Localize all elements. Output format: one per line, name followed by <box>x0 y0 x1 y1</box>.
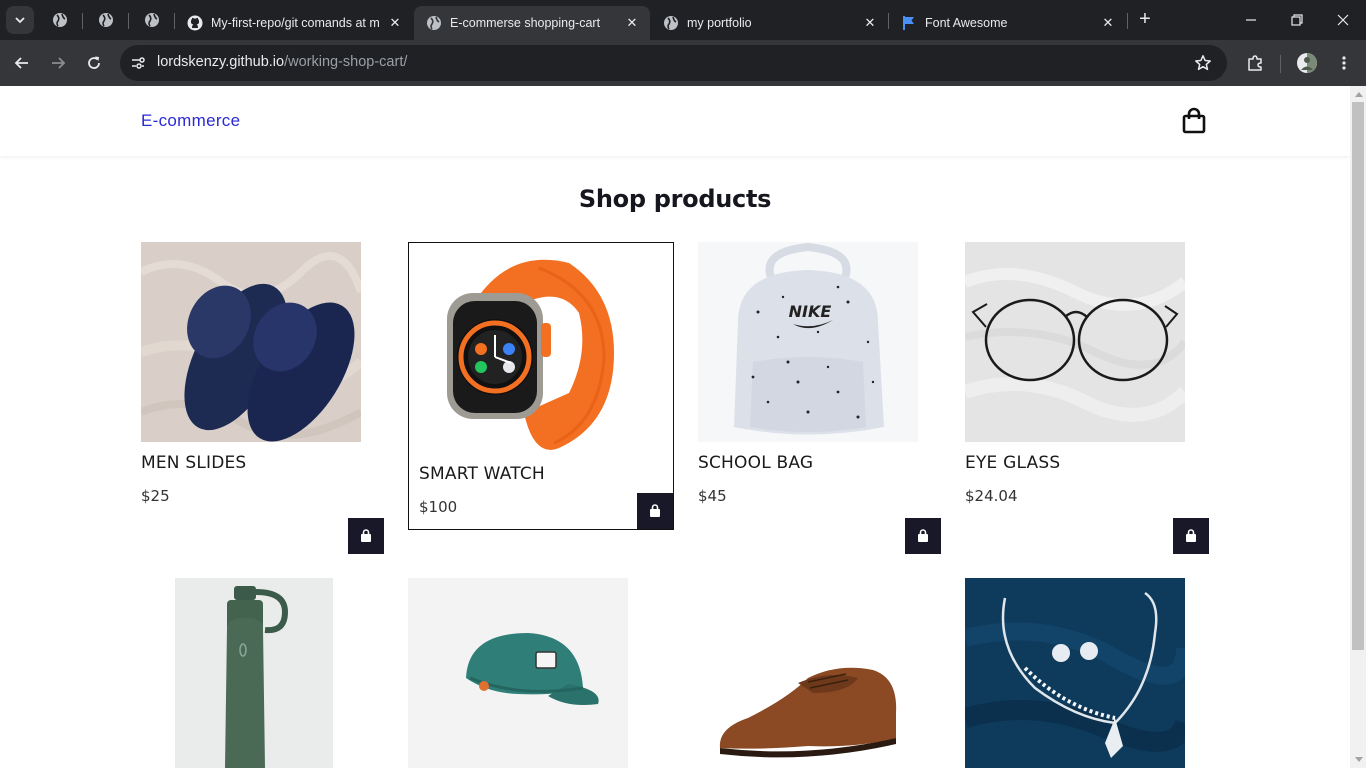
toolbar-divider <box>1280 55 1281 73</box>
globe-icon <box>426 15 442 31</box>
tab-separator <box>128 13 129 29</box>
add-to-cart-button[interactable] <box>1173 518 1209 554</box>
minimize-button[interactable] <box>1236 8 1266 32</box>
arrow-left-icon <box>14 57 28 69</box>
tab-label: Font Awesome <box>925 16 1008 30</box>
product-image[interactable] <box>965 242 1185 442</box>
tab-label: My-first-repo/git comands at m <box>211 16 379 30</box>
github-icon <box>187 15 203 31</box>
site-header: E-commerce <box>0 86 1350 156</box>
more-vertical-icon <box>1342 56 1346 70</box>
close-icon <box>1337 14 1349 26</box>
tab-portfolio[interactable]: my portfolio ✕ <box>651 6 888 40</box>
product-image[interactable] <box>419 253 639 453</box>
menu-button[interactable] <box>1330 49 1358 77</box>
product-name: EYE GLASS <box>965 453 1061 473</box>
globe-icon <box>53 13 67 27</box>
site-logo[interactable]: E-commerce <box>141 111 240 131</box>
product-image[interactable]: NIKE <box>698 242 918 442</box>
product-price: $25 <box>141 487 170 505</box>
minimize-icon <box>1246 19 1256 21</box>
product-card: SMART WATCH $100 <box>408 242 674 530</box>
extensions-button[interactable] <box>1241 49 1269 77</box>
product-image[interactable] <box>175 578 333 768</box>
browser-toolbar: lordskenzy.github.io/working-shop-cart/ <box>0 40 1366 86</box>
cart-icon[interactable] <box>1181 107 1207 135</box>
pinned-tab-1[interactable] <box>45 8 75 32</box>
scroll-thumb[interactable] <box>1352 102 1364 650</box>
flag-icon <box>901 15 917 31</box>
globe-icon <box>145 13 159 27</box>
product-card <box>175 578 333 768</box>
bookmark-star-icon[interactable] <box>1191 51 1215 75</box>
tab-search-button[interactable] <box>6 6 34 34</box>
arrow-right-icon <box>52 57 66 69</box>
tab-label: E-commerse shopping-cart <box>450 16 601 30</box>
tab-font-awesome[interactable]: Font Awesome ✕ <box>889 6 1126 40</box>
reload-button[interactable] <box>80 49 108 77</box>
product-image[interactable] <box>141 242 361 442</box>
svg-text:NIKE: NIKE <box>789 302 832 321</box>
tab-close-button[interactable]: ✕ <box>1098 13 1118 33</box>
product-card <box>408 578 628 768</box>
add-to-cart-button[interactable] <box>348 518 384 554</box>
page-viewport: E-commerce Shop products MEN SLIDES $25 <box>0 86 1350 768</box>
product-image[interactable] <box>965 578 1185 768</box>
tab-ecommerce[interactable]: E-commerse shopping-cart ✕ <box>414 6 650 40</box>
product-card: NIKE SCHOOL BAG $45 <box>698 242 941 554</box>
tab-close-button[interactable]: ✕ <box>385 13 405 33</box>
url-host: lordskenzy.github.io <box>157 54 285 70</box>
product-name: SMART WATCH <box>419 464 545 484</box>
product-price: $24.04 <box>965 487 1018 505</box>
product-card: MEN SLIDES $25 <box>141 242 384 554</box>
product-name: MEN SLIDES <box>141 453 247 473</box>
product-name: SCHOOL BAG <box>698 453 814 473</box>
add-to-cart-button[interactable] <box>637 493 673 529</box>
pinned-tab-2[interactable] <box>91 8 121 32</box>
puzzle-icon <box>1248 55 1262 71</box>
tab-strip: My-first-repo/git comands at m ✕ E-comme… <box>0 0 1366 40</box>
page-title: Shop products <box>578 185 772 213</box>
tab-separator <box>82 13 83 29</box>
page-scrollbar[interactable] <box>1350 86 1366 768</box>
tab-close-button[interactable]: ✕ <box>622 13 642 33</box>
url-text[interactable]: lordskenzy.github.io/working-shop-cart/ <box>157 54 407 70</box>
restore-button[interactable] <box>1282 8 1312 32</box>
product-card: EYE GLASS $24.04 <box>965 242 1209 554</box>
site-settings-icon[interactable] <box>126 51 150 75</box>
reload-icon <box>88 56 100 69</box>
tab-label: my portfolio <box>687 16 752 30</box>
scroll-up-arrow-icon[interactable] <box>1355 92 1363 97</box>
tab-github[interactable]: My-first-repo/git comands at m ✕ <box>175 6 413 40</box>
restore-icon <box>1291 14 1303 26</box>
product-card <box>965 578 1185 768</box>
product-price: $45 <box>698 487 727 505</box>
shopping-bag-icon <box>1186 529 1196 542</box>
url-path: /working-shop-cart/ <box>284 54 408 70</box>
close-window-button[interactable] <box>1328 8 1358 32</box>
new-tab-button[interactable]: + <box>1134 9 1156 31</box>
shopping-bag-icon <box>361 529 371 542</box>
tab-close-button[interactable]: ✕ <box>860 13 880 33</box>
shopping-bag-icon <box>918 529 928 542</box>
add-to-cart-button[interactable] <box>905 518 941 554</box>
globe-icon <box>99 13 113 27</box>
back-button[interactable] <box>8 49 36 77</box>
shopping-bag-icon <box>650 504 660 517</box>
avatar <box>1297 53 1317 73</box>
forward-button[interactable] <box>44 49 72 77</box>
tab-separator <box>1127 13 1128 29</box>
scroll-down-arrow-icon[interactable] <box>1355 757 1363 762</box>
product-image[interactable] <box>698 578 918 768</box>
globe-icon <box>663 15 679 31</box>
profile-button[interactable] <box>1293 49 1321 77</box>
product-price: $100 <box>419 498 458 516</box>
product-image[interactable] <box>408 578 628 768</box>
chevron-down-icon <box>15 17 25 24</box>
pinned-tab-3[interactable] <box>137 8 167 32</box>
address-bar[interactable]: lordskenzy.github.io/working-shop-cart/ <box>120 45 1227 81</box>
product-card <box>698 578 918 768</box>
